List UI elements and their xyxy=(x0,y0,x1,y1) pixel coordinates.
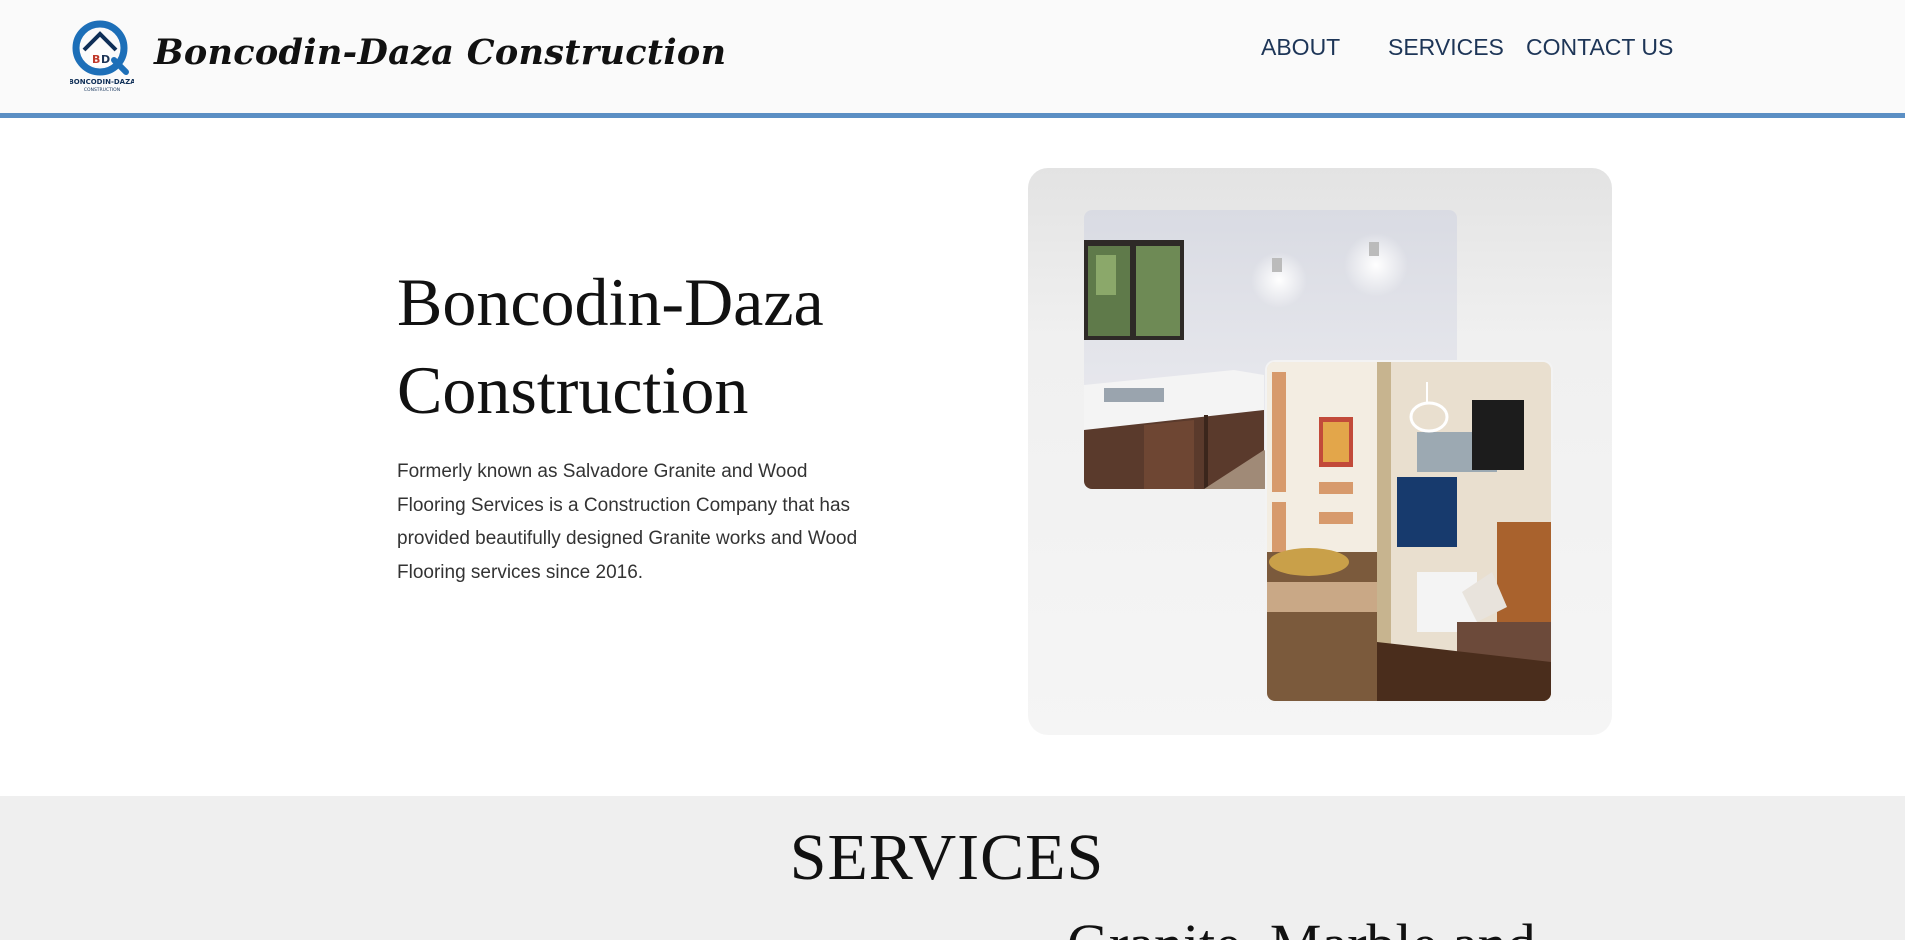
nav-contact-us[interactable]: CONTACT US xyxy=(1526,34,1673,61)
nav-about[interactable]: ABOUT xyxy=(1261,34,1340,61)
services-heading: SERVICES xyxy=(789,821,1105,894)
hero-title-line-2: Construction xyxy=(397,352,749,428)
site-header: B D BONCODIN-DAZA CONSTRUCTION Boncodin-… xyxy=(0,0,1905,118)
svg-text:B: B xyxy=(92,53,100,66)
showroom-photo xyxy=(1267,362,1551,701)
svg-text:BONCODIN-DAZA: BONCODIN-DAZA xyxy=(70,78,134,86)
service-item-title: Granite, Marble and xyxy=(1067,910,1667,940)
company-logo[interactable]: B D BONCODIN-DAZA CONSTRUCTION xyxy=(68,20,136,96)
svg-text:D: D xyxy=(101,53,110,66)
hero-title-line-1: Boncodin-Daza xyxy=(397,264,824,340)
hero-description: Formerly known as Salvadore Granite and … xyxy=(397,461,858,583)
hero-title: Boncodin-Daza Construction xyxy=(397,258,957,434)
house-logo-icon: B D BONCODIN-DAZA CONSTRUCTION xyxy=(68,20,136,93)
nav-services[interactable]: SERVICES xyxy=(1388,34,1504,61)
svg-text:CONSTRUCTION: CONSTRUCTION xyxy=(84,87,120,93)
brand-name[interactable]: Boncodin-Daza Construction xyxy=(154,32,726,73)
